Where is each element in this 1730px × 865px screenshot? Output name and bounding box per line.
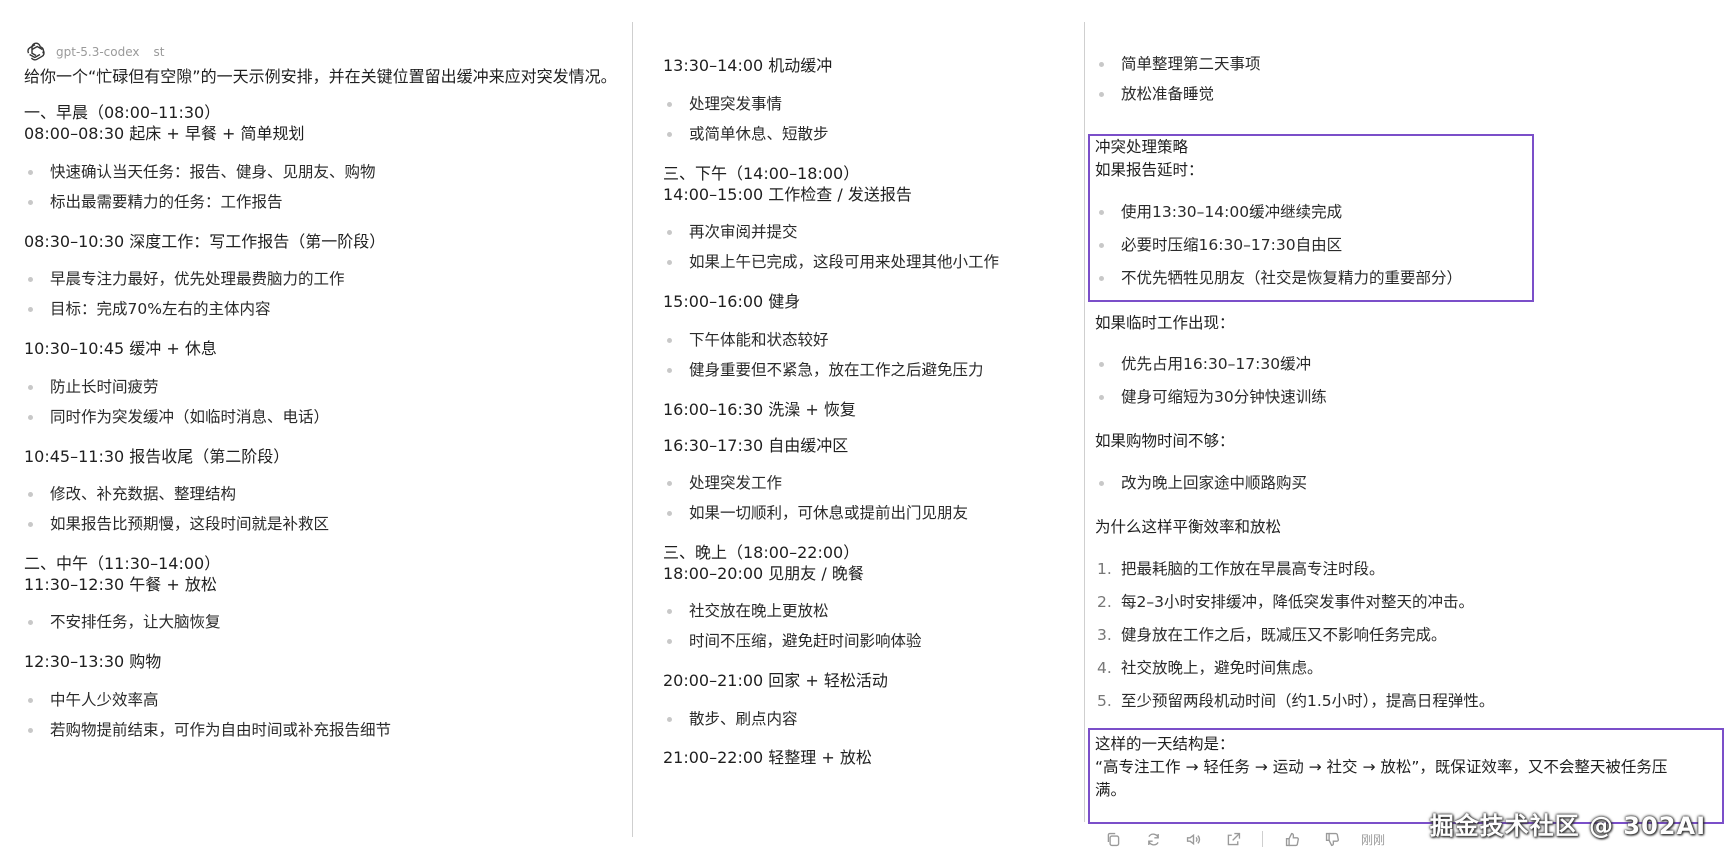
model-header: gpt-5.3-codex st — [24, 40, 164, 64]
list-item: 若购物提前结束，可作为自由时间或补充报告细节 — [24, 719, 391, 741]
evening-heading: 三、晚上（18:00–22:00） — [663, 543, 860, 562]
list-item: 不安排任务，让大脑恢复 — [24, 611, 221, 633]
thumbs-up-icon[interactable] — [1281, 828, 1303, 850]
list-item: 如果报告比预期慢，这段时间就是补救区 — [24, 513, 329, 535]
list-item: 下午体能和状态较好 — [663, 329, 829, 351]
summary-line: “高专注工作 → 轻任务 → 运动 → 社交 → 放松”，既保证效率，又不会整天… — [1095, 758, 1668, 776]
right-column: 简单整理第二天事项 放松准备睡觉 冲突处理策略 如果报告延时： 使用13:30–… — [1085, 0, 1730, 865]
list-item: 标出最需要精力的任务：工作报告 — [24, 191, 283, 213]
list-item: 使用13:30–14:00缓冲继续完成 — [1095, 201, 1342, 223]
list-item: 优先占用16:30–17:30缓冲 — [1095, 353, 1311, 375]
list-item: 或简单休息、短散步 — [663, 123, 829, 145]
copy-icon[interactable] — [1102, 828, 1124, 850]
slot-heading: 12:30–13:30 购物 — [24, 652, 162, 671]
numbered-item: 5. 至少预留两段机动时间（约1.5小时），提高日程弹性。 — [1097, 692, 1495, 710]
list-item: 同时作为突发缓冲（如临时消息、电话） — [24, 406, 329, 428]
list-item: 目标：完成70%左右的主体内容 — [24, 298, 270, 320]
list-item: 时间不压缩，避免赶时间影响体验 — [663, 630, 922, 652]
list-item: 简单整理第二天事项 — [1095, 53, 1261, 75]
thumbs-down-icon[interactable] — [1321, 828, 1343, 850]
model-name: gpt-5.3-codex — [56, 45, 140, 59]
conflict-heading: 冲突处理策略 — [1095, 138, 1189, 156]
list-item: 中午人少效率高 — [24, 689, 159, 711]
watermark: 掘金技术社区 @ 302AI — [1429, 812, 1706, 840]
noon-heading: 二、中午（11:30–14:00） — [24, 554, 221, 573]
subheading: 如果报告延时： — [1095, 161, 1204, 179]
morning-heading: 一、早晨（08:00–11:30） — [24, 103, 221, 122]
share-icon[interactable] — [1222, 828, 1244, 850]
openai-logo-icon — [27, 42, 45, 61]
slot-heading: 20:00–21:00 回家 + 轻松活动 — [663, 671, 888, 690]
list-item: 再次审阅并提交 — [663, 221, 798, 243]
speaker-icon[interactable] — [1182, 828, 1204, 850]
list-item: 如果一切顺利，可休息或提前出门见朋友 — [663, 502, 968, 524]
list-item: 必要时压缩16:30–17:30自由区 — [1095, 234, 1342, 256]
slot-heading: 21:00–22:00 轻整理 + 放松 — [663, 748, 872, 767]
slot-heading: 10:30–10:45 缓冲 + 休息 — [24, 339, 217, 358]
intro-text: 给你一个“忙碌但有空隙”的一天示例安排，并在关键位置留出缓冲来应对突发情况。 — [24, 67, 617, 86]
subheading: 如果临时工作出现： — [1095, 314, 1235, 332]
timestamp: 刚刚 — [1361, 832, 1386, 847]
subheading: 为什么这样平衡效率和放松 — [1095, 518, 1282, 536]
list-item: 改为晚上回家途中顺路购买 — [1095, 472, 1307, 494]
numbered-item: 4. 社交放晚上，避免时间焦虑。 — [1097, 659, 1323, 677]
left-column: gpt-5.3-codex st 给你一个“忙碌但有空隙”的一天示例安排，并在关… — [0, 0, 632, 865]
list-item: 散步、刷点内容 — [663, 708, 798, 730]
list-item: 处理突发工作 — [663, 472, 782, 494]
slot-heading: 16:00–16:30 洗澡 + 恢复 — [663, 400, 856, 419]
list-item: 如果上午已完成，这段可用来处理其他小工作 — [663, 251, 999, 273]
list-item: 防止长时间疲劳 — [24, 376, 159, 398]
numbered-item: 2. 每2–3小时安排缓冲，降低突发事件对整天的冲击。 — [1097, 593, 1474, 611]
regenerate-icon[interactable] — [1142, 828, 1164, 850]
slot-heading: 14:00–15:00 工作检查 / 发送报告 — [663, 185, 912, 204]
summary-line: 满。 — [1095, 781, 1127, 799]
afternoon-heading: 三、下午（14:00–18:00） — [663, 164, 860, 183]
list-item: 放松准备睡觉 — [1095, 83, 1214, 105]
slot-heading: 13:30–14:00 机动缓冲 — [663, 56, 833, 75]
slot-heading: 08:00–08:30 起床 + 早餐 + 简单规划 — [24, 124, 305, 143]
list-item: 处理突发事情 — [663, 93, 782, 115]
slot-heading: 08:30–10:30 深度工作：写工作报告（第一阶段） — [24, 232, 386, 251]
slot-heading: 10:45–11:30 报告收尾（第二阶段） — [24, 447, 290, 466]
slot-heading: 18:00–20:00 见朋友 / 晚餐 — [663, 564, 864, 583]
slot-heading: 11:30–12:30 午餐 + 放松 — [24, 575, 217, 594]
middle-column: 13:30–14:00 机动缓冲 处理突发事情 或简单休息、短散步 三、下午（1… — [633, 0, 1083, 865]
numbered-item: 1. 把最耗脑的工作放在早晨高专注时段。 — [1097, 560, 1385, 578]
list-item: 快速确认当天任务：报告、健身、见朋友、购物 — [24, 161, 376, 183]
list-item: 健身重要但不紧急，放在工作之后避免压力 — [663, 359, 984, 381]
message-toolbar: 刚刚 — [1102, 826, 1385, 852]
list-item: 不优先牺牲见朋友（社交是恢复精力的重要部分） — [1095, 267, 1462, 289]
list-item: 修改、补充数据、整理结构 — [24, 483, 236, 505]
list-item: 社交放在晚上更放松 — [663, 600, 829, 622]
slot-heading: 15:00–16:00 健身 — [663, 292, 801, 311]
toolbar-divider — [1262, 831, 1263, 847]
subheading: 如果购物时间不够： — [1095, 432, 1235, 450]
list-item: 早晨专注力最好，优先处理最费脑力的工作 — [24, 268, 345, 290]
summary-line: 这样的一天结构是： — [1095, 735, 1235, 753]
list-item: 健身可缩短为30分钟快速训练 — [1095, 386, 1327, 408]
model-tag: st — [153, 45, 165, 59]
numbered-item: 3. 健身放在工作之后，既减压又不影响任务完成。 — [1097, 626, 1447, 644]
slot-heading: 16:30–17:30 自由缓冲区 — [663, 436, 849, 455]
